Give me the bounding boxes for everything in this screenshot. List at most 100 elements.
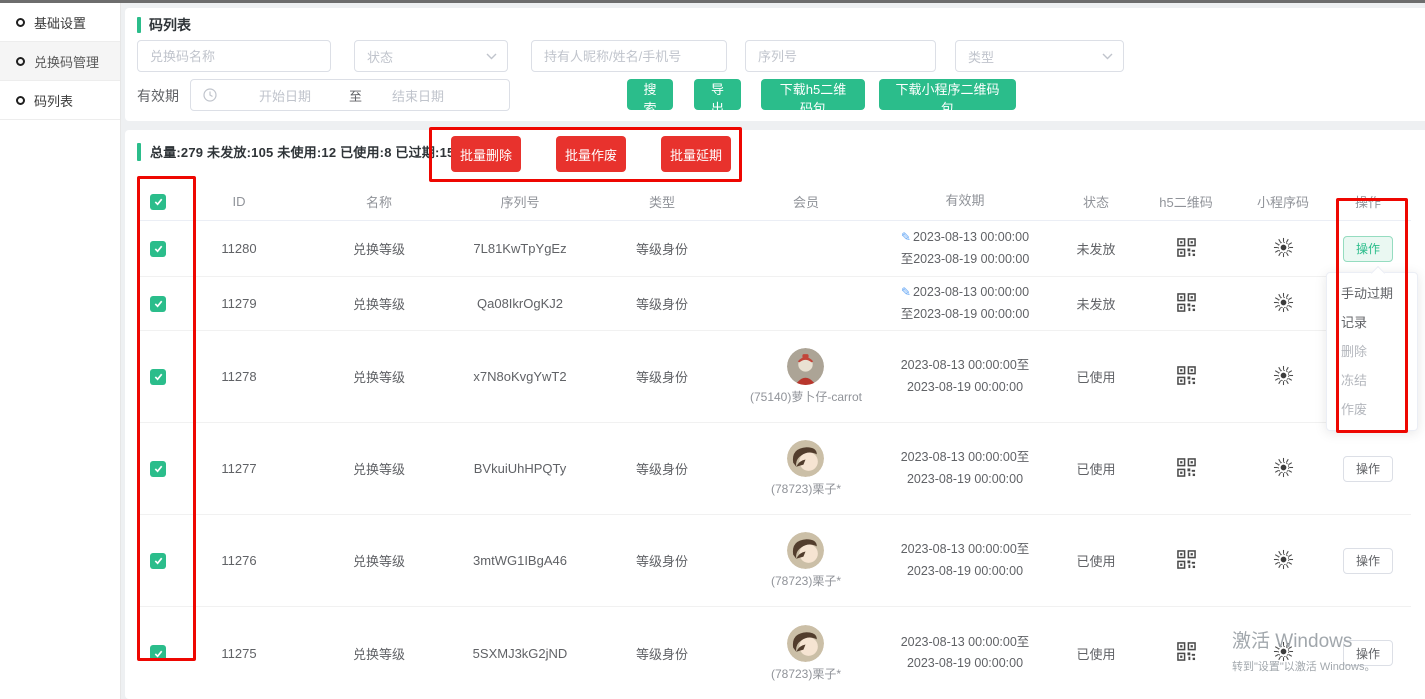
member-avatar[interactable] bbox=[787, 532, 824, 569]
circle-ring-icon bbox=[16, 18, 25, 27]
cell-name: 兑换等级 bbox=[299, 239, 459, 258]
checkmark-icon bbox=[153, 463, 164, 474]
member-name: (78723)栗子* bbox=[771, 572, 841, 589]
edit-pencil-icon[interactable]: ✎ bbox=[901, 230, 911, 244]
h5-qrcode-icon[interactable] bbox=[1177, 550, 1196, 572]
miniprogram-code-icon[interactable] bbox=[1273, 641, 1294, 665]
panel-title: 码列表 bbox=[137, 15, 191, 35]
header-status: 状态 bbox=[1061, 192, 1131, 211]
header-miniprogram-code: 小程序码 bbox=[1241, 192, 1325, 211]
export-button[interactable]: 导出 bbox=[694, 79, 741, 110]
member-avatar[interactable] bbox=[787, 348, 824, 385]
member-avatar[interactable] bbox=[787, 440, 824, 477]
h5-qrcode-icon[interactable] bbox=[1177, 293, 1196, 315]
batch-delete-button[interactable]: 批量删除 bbox=[451, 136, 521, 172]
cell-id: 11278 bbox=[179, 369, 299, 384]
serial-input[interactable] bbox=[745, 40, 936, 72]
cell-name: 兑换等级 bbox=[299, 644, 459, 663]
cell-validity: 2023-08-13 00:00:00至 2023-08-19 00:00:00 bbox=[869, 447, 1061, 490]
sidebar-item-basic-settings[interactable]: 基础设置 bbox=[0, 3, 120, 42]
page-title: 码列表 bbox=[149, 15, 191, 35]
h5-qrcode-icon[interactable] bbox=[1177, 238, 1196, 260]
cell-type: 等级身份 bbox=[581, 294, 743, 313]
header-type: 类型 bbox=[581, 192, 743, 211]
miniprogram-code-icon[interactable] bbox=[1273, 365, 1294, 389]
cell-serial: Qa08IkrOgKJ2 bbox=[459, 296, 581, 311]
edit-pencil-icon[interactable]: ✎ bbox=[901, 285, 911, 299]
end-date-placeholder[interactable]: 结束日期 bbox=[392, 86, 444, 105]
cell-serial: 5SXMJ3kG2jND bbox=[459, 646, 581, 661]
row-checkbox[interactable] bbox=[150, 296, 166, 312]
cell-status: 未发放 bbox=[1061, 239, 1131, 258]
download-h5-qrcode-button[interactable]: 下载h5二维码包 bbox=[761, 79, 865, 110]
sidebar-item-label: 基础设置 bbox=[34, 13, 86, 32]
member-cell: (75140)萝卜仔-carrot bbox=[750, 348, 862, 405]
row-checkbox[interactable] bbox=[150, 369, 166, 385]
summary-stats: 总量:279 未发放:105 未使用:12 已使用:8 已过期:154 bbox=[137, 142, 462, 161]
table-row: 11277 兑换等级 BVkuiUhHPQTy 等级身份 (78723)栗子* … bbox=[137, 423, 1411, 515]
cell-id: 11277 bbox=[179, 461, 299, 476]
search-button[interactable]: 搜索 bbox=[627, 79, 673, 110]
type-select-value: 类型 bbox=[968, 47, 994, 66]
holder-input[interactable] bbox=[531, 40, 727, 72]
member-avatar[interactable] bbox=[787, 625, 824, 662]
sidebar-item-code-management[interactable]: 兑换码管理 bbox=[0, 42, 120, 81]
h5-qrcode-icon[interactable] bbox=[1177, 642, 1196, 664]
cell-type: 等级身份 bbox=[581, 239, 743, 258]
code-name-input[interactable] bbox=[137, 40, 331, 72]
sidebar-item-label: 码列表 bbox=[34, 91, 73, 110]
row-action-button[interactable]: 操作 bbox=[1343, 640, 1393, 666]
window-top-strip bbox=[0, 0, 1425, 3]
row-checkbox[interactable] bbox=[150, 645, 166, 661]
h5-qrcode-icon[interactable] bbox=[1177, 366, 1196, 388]
start-date-placeholder[interactable]: 开始日期 bbox=[259, 86, 311, 105]
cell-type: 等级身份 bbox=[581, 367, 743, 386]
miniprogram-code-icon[interactable] bbox=[1273, 549, 1294, 573]
download-miniprogram-qrcode-button[interactable]: 下载小程序二维码包 bbox=[879, 79, 1016, 110]
checkmark-icon bbox=[153, 371, 164, 382]
row-checkbox[interactable] bbox=[150, 241, 166, 257]
member-name: (75140)萝卜仔-carrot bbox=[750, 388, 862, 405]
menu-item-freeze[interactable]: 冻结 bbox=[1327, 366, 1417, 395]
cell-serial: 7L81KwTpYgEz bbox=[459, 241, 581, 256]
menu-item-manual-expire[interactable]: 手动过期 bbox=[1327, 279, 1417, 308]
type-select[interactable]: 类型 bbox=[955, 40, 1124, 72]
miniprogram-code-icon[interactable] bbox=[1273, 237, 1294, 261]
cell-serial: BVkuiUhHPQTy bbox=[459, 461, 581, 476]
title-accent-bar bbox=[137, 17, 141, 33]
row-action-button[interactable]: 操作 bbox=[1343, 548, 1393, 574]
summary-text: 总量:279 未发放:105 未使用:12 已使用:8 已过期:154 bbox=[150, 142, 462, 161]
cell-serial: x7N8oKvgYwT2 bbox=[459, 369, 581, 384]
member-name: (78723)栗子* bbox=[771, 480, 841, 497]
header-validity: 有效期 bbox=[869, 190, 1061, 212]
clock-icon bbox=[203, 88, 217, 102]
batch-void-button[interactable]: 批量作废 bbox=[556, 136, 626, 172]
row-checkbox[interactable] bbox=[150, 553, 166, 569]
menu-item-delete[interactable]: 删除 bbox=[1327, 337, 1417, 366]
cell-name: 兑换等级 bbox=[299, 367, 459, 386]
select-all-checkbox[interactable] bbox=[150, 194, 166, 210]
cell-validity: 2023-08-13 00:00:00至 2023-08-19 00:00:00 bbox=[869, 632, 1061, 675]
menu-item-record[interactable]: 记录 bbox=[1327, 308, 1417, 337]
sidebar-item-label: 兑换码管理 bbox=[34, 52, 99, 71]
sidebar-item-code-list[interactable]: 码列表 bbox=[0, 81, 120, 120]
row-action-button[interactable]: 操作 bbox=[1343, 456, 1393, 482]
cell-validity: 2023-08-13 00:00:00至 2023-08-19 00:00:00 bbox=[869, 539, 1061, 582]
row-checkbox[interactable] bbox=[150, 461, 166, 477]
batch-extend-button[interactable]: 批量延期 bbox=[661, 136, 731, 172]
row-action-button[interactable]: 操作 bbox=[1343, 236, 1393, 262]
date-range-picker[interactable]: 开始日期 至 结束日期 bbox=[190, 79, 510, 111]
validity-label: 有效期 bbox=[137, 86, 179, 106]
header-member: 会员 bbox=[743, 192, 869, 211]
table-row: 11276 兑换等级 3mtWG1IBgA46 等级身份 (78723)栗子* … bbox=[137, 515, 1411, 607]
h5-qrcode-icon[interactable] bbox=[1177, 458, 1196, 480]
miniprogram-code-icon[interactable] bbox=[1273, 292, 1294, 316]
member-cell: (78723)栗子* bbox=[771, 440, 841, 497]
status-select[interactable]: 状态 bbox=[354, 40, 508, 72]
cell-status: 已使用 bbox=[1061, 644, 1131, 663]
header-h5-qrcode: h5二维码 bbox=[1131, 192, 1241, 211]
cell-name: 兑换等级 bbox=[299, 551, 459, 570]
checkmark-icon bbox=[153, 243, 164, 254]
menu-item-void[interactable]: 作废 bbox=[1327, 395, 1417, 424]
miniprogram-code-icon[interactable] bbox=[1273, 457, 1294, 481]
